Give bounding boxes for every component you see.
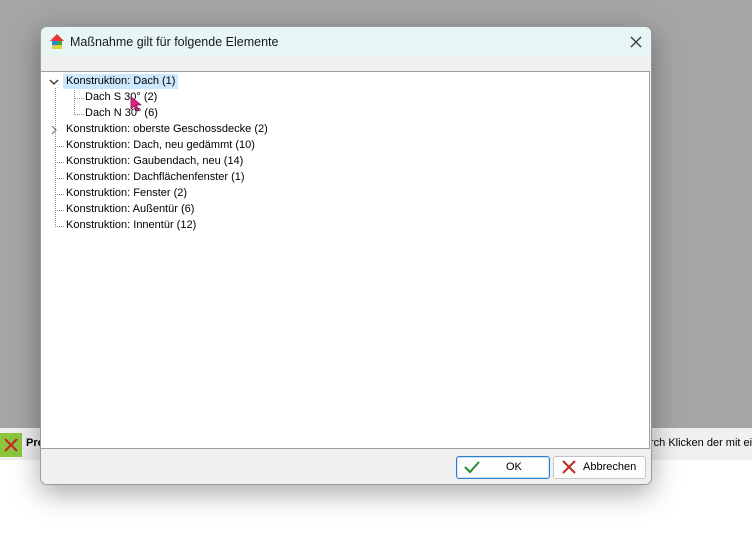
tree-line	[55, 162, 64, 163]
tree-line	[55, 226, 64, 227]
tree-node-oberste-geschossdecke[interactable]: Konstruktion: oberste Geschossdecke (2)	[66, 122, 268, 137]
tree-node-dach-neu-gedaemmt[interactable]: Konstruktion: Dach, neu gedämmt (10)	[66, 138, 255, 153]
close-icon	[630, 36, 642, 48]
tree-line	[55, 178, 64, 179]
dialog-header-spacer	[41, 57, 651, 71]
tree-line	[74, 88, 75, 115]
chevron-down-icon[interactable]	[49, 77, 59, 87]
tree-node-dach-n-30[interactable]: Dach N 30° (6)	[85, 106, 158, 121]
error-x-icon	[0, 433, 22, 457]
checkmark-icon	[464, 460, 480, 474]
ok-button-label: OK	[506, 461, 522, 473]
mouse-cursor-icon	[130, 96, 144, 112]
elements-dialog: Maßnahme gilt für folgende Elemente Kons…	[40, 26, 652, 485]
cross-icon	[561, 460, 577, 474]
tree-node-dach-s-30[interactable]: Dach S 30° (2)	[85, 90, 157, 105]
tree-line	[55, 210, 64, 211]
ok-button[interactable]: OK	[456, 456, 550, 479]
tree-line	[74, 114, 84, 115]
cancel-button[interactable]: Abbrechen	[553, 456, 646, 479]
tree-node-dachflaechenfenster[interactable]: Konstruktion: Dachflächenfenster (1)	[66, 170, 245, 185]
tree-line	[55, 194, 64, 195]
background-status-text-right: rch Klicken der mit ei	[650, 437, 752, 449]
tree-line	[55, 146, 64, 147]
tree-node-aussentuer[interactable]: Konstruktion: Außentür (6)	[66, 202, 194, 217]
tree-node-fenster[interactable]: Konstruktion: Fenster (2)	[66, 186, 187, 201]
chevron-right-icon[interactable]	[49, 125, 59, 135]
cancel-button-label: Abbrechen	[583, 461, 637, 473]
tree-node-innentuer[interactable]: Konstruktion: Innentür (12)	[66, 218, 196, 233]
tree-line	[74, 98, 84, 99]
house-icon	[49, 33, 65, 50]
tree-node-gaubendach-neu[interactable]: Konstruktion: Gaubendach, neu (14)	[66, 154, 243, 169]
elements-tree[interactable]: Konstruktion: Dach (1) Dach S 30° (2) Da…	[41, 71, 650, 449]
dialog-titlebar: Maßnahme gilt für folgende Elemente	[41, 27, 651, 57]
tree-line	[55, 88, 56, 227]
tree-node-dach[interactable]: Konstruktion: Dach (1)	[63, 74, 179, 89]
close-button[interactable]	[625, 31, 647, 53]
dialog-title: Maßnahme gilt für folgende Elemente	[70, 35, 279, 49]
